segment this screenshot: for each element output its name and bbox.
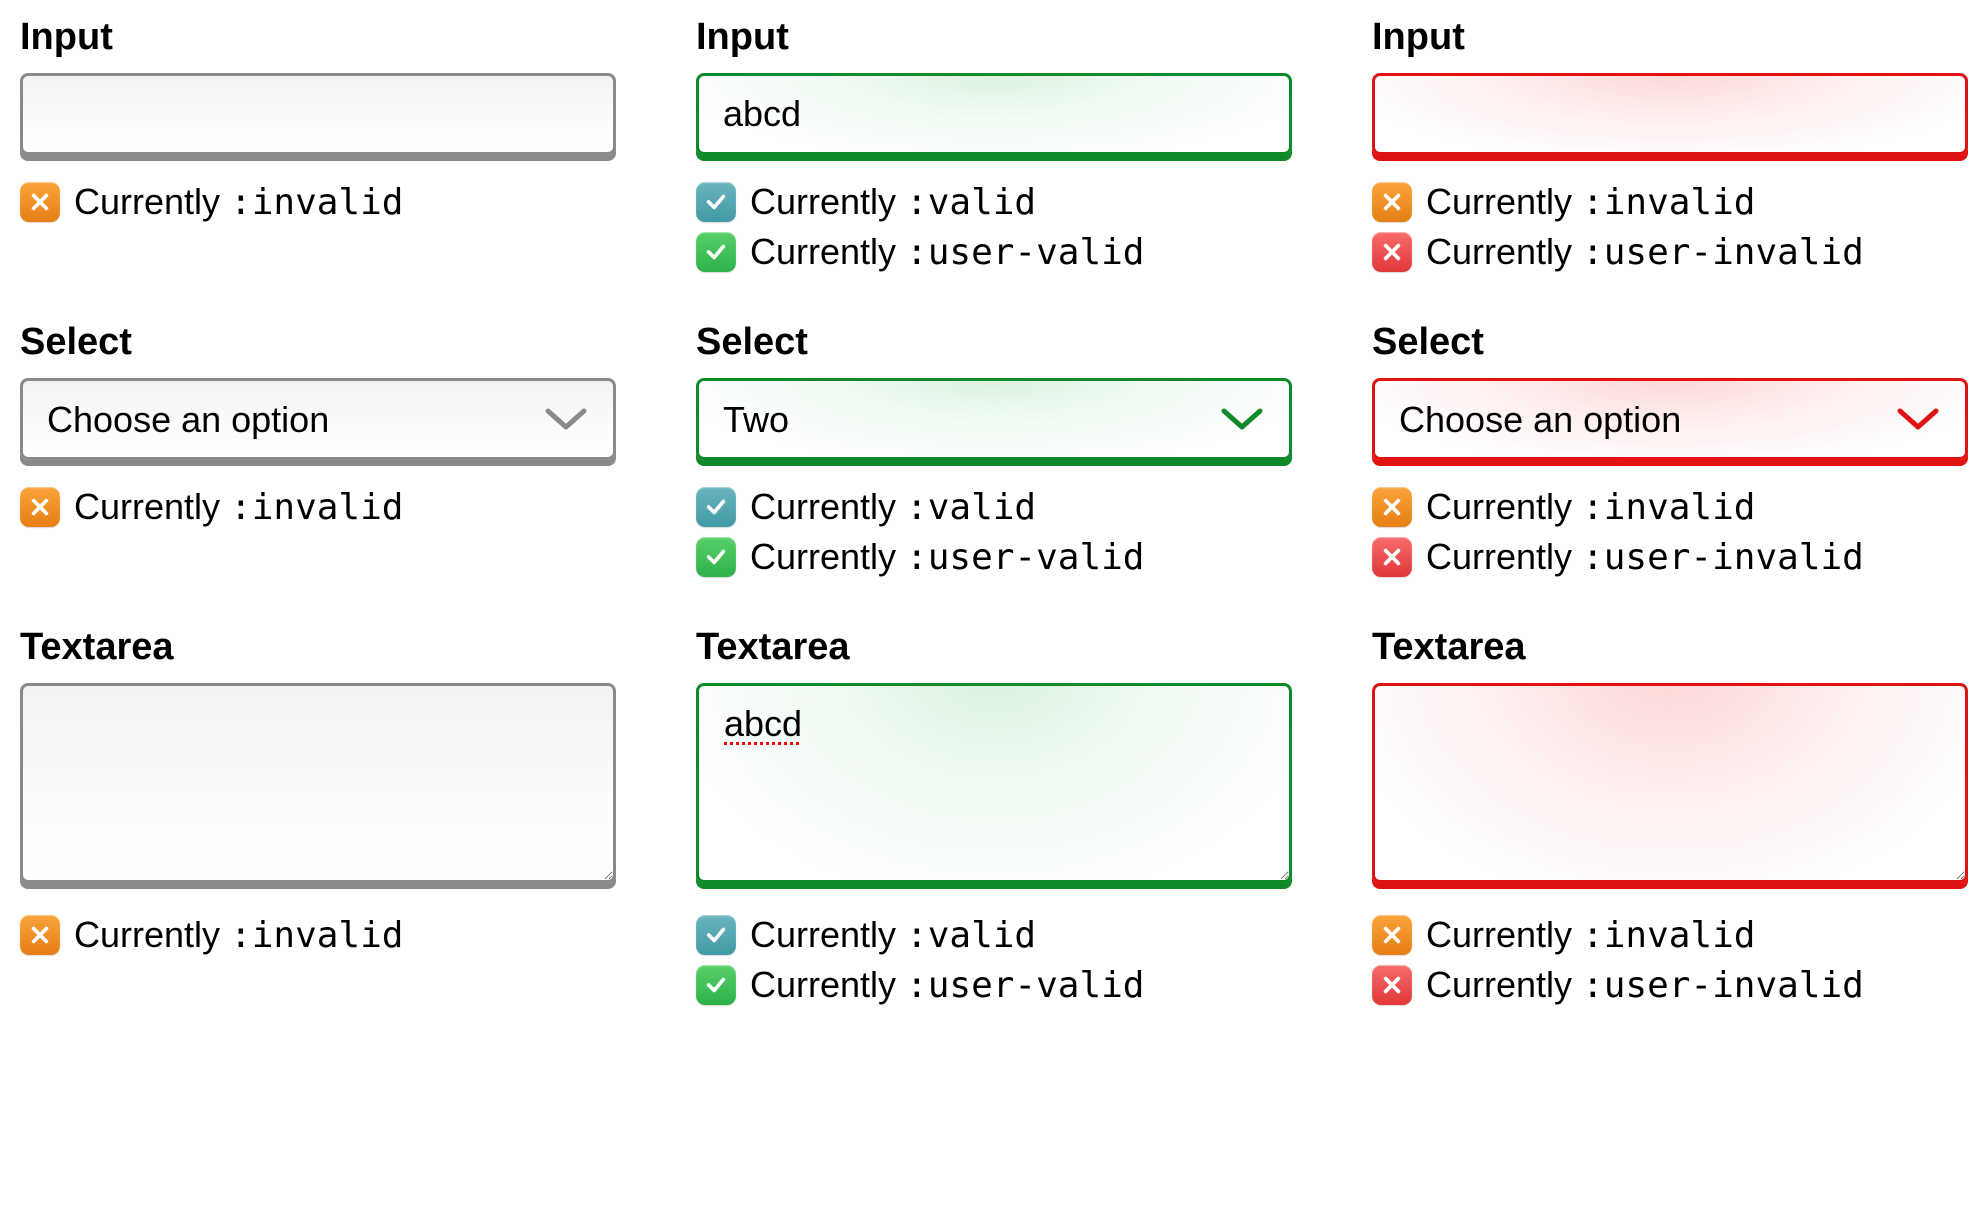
status-line-invalid: Currently :invalid	[20, 486, 616, 528]
status-text: Currently :valid	[750, 181, 1036, 223]
textarea-wrap	[1372, 683, 1968, 888]
status-line-valid: Currently :valid	[696, 914, 1292, 956]
status-text: Currently :user-invalid	[1426, 231, 1864, 273]
cross-icon	[1372, 915, 1412, 955]
status-text: Currently :user-invalid	[1426, 536, 1864, 578]
status-list: Currently :invalid	[20, 181, 616, 223]
label-select: Select	[20, 321, 616, 364]
label-select: Select	[696, 321, 1292, 364]
status-text: Currently :invalid	[74, 181, 403, 223]
status-text: Currently :invalid	[1426, 181, 1755, 223]
status-line-valid: Currently :valid	[696, 181, 1292, 223]
label-select: Select	[1372, 321, 1968, 364]
label-input: Input	[20, 16, 616, 59]
status-list: Currently :invalid Currently :user-inval…	[1372, 914, 1968, 1006]
status-text: Currently :user-invalid	[1426, 964, 1864, 1006]
select-wrap: Choose an option	[1372, 378, 1968, 460]
select-3[interactable]: Choose an option	[1372, 378, 1968, 460]
textarea-wrap	[20, 683, 616, 888]
status-line-user-invalid: Currently :user-invalid	[1372, 231, 1968, 273]
check-icon	[696, 965, 736, 1005]
label-textarea: Textarea	[1372, 626, 1968, 669]
status-line-invalid: Currently :invalid	[20, 181, 616, 223]
cross-icon	[1372, 182, 1412, 222]
status-line-invalid: Currently :invalid	[1372, 486, 1968, 528]
textarea-cell-1: Textarea Currently :invalid	[20, 626, 616, 1006]
status-text: Currently :valid	[750, 486, 1036, 528]
status-list: Currently :invalid	[20, 914, 616, 956]
status-line-user-invalid: Currently :user-invalid	[1372, 964, 1968, 1006]
label-input: Input	[1372, 16, 1968, 59]
cross-icon	[20, 915, 60, 955]
status-line-user-valid: Currently :user-valid	[696, 536, 1292, 578]
select-wrap: Choose an option	[20, 378, 616, 460]
status-line-valid: Currently :valid	[696, 486, 1292, 528]
status-text: Currently :user-valid	[750, 536, 1144, 578]
cross-icon	[20, 182, 60, 222]
status-list: Currently :invalid Currently :user-inval…	[1372, 181, 1968, 273]
status-line-user-valid: Currently :user-valid	[696, 964, 1292, 1006]
status-text: Currently :user-valid	[750, 231, 1144, 273]
select-cell-1: Select Choose an option Currently :inval…	[20, 321, 616, 578]
select-2[interactable]: Two	[696, 378, 1292, 460]
input-cell-2: Input Currently :valid Currently :user-v…	[696, 16, 1292, 273]
demo-grid: Input Currently :invalid Input Currently…	[20, 16, 1968, 1006]
status-text: Currently :valid	[750, 914, 1036, 956]
check-icon	[696, 537, 736, 577]
status-line-user-invalid: Currently :user-invalid	[1372, 536, 1968, 578]
status-list: Currently :valid Currently :user-valid	[696, 486, 1292, 578]
check-icon	[696, 915, 736, 955]
select-1[interactable]: Choose an option	[20, 378, 616, 460]
label-input: Input	[696, 16, 1292, 59]
cross-icon	[1372, 537, 1412, 577]
status-text: Currently :user-valid	[750, 964, 1144, 1006]
status-line-invalid: Currently :invalid	[20, 914, 616, 956]
input-cell-3: Input Currently :invalid Currently :user…	[1372, 16, 1968, 273]
status-list: Currently :invalid	[20, 486, 616, 528]
label-textarea: Textarea	[20, 626, 616, 669]
text-input-1[interactable]	[20, 73, 616, 155]
input-cell-1: Input Currently :invalid	[20, 16, 616, 273]
status-line-user-valid: Currently :user-valid	[696, 231, 1292, 273]
textarea-wrap: abcd abcd	[696, 683, 1292, 888]
status-line-invalid: Currently :invalid	[1372, 181, 1968, 223]
textarea-1[interactable]	[20, 683, 616, 883]
text-input-3[interactable]	[1372, 73, 1968, 155]
textarea-2[interactable]: abcd	[696, 683, 1292, 883]
check-icon	[696, 232, 736, 272]
select-wrap: Two	[696, 378, 1292, 460]
cross-icon	[20, 487, 60, 527]
textarea-cell-3: Textarea Currently :invalid Currently :u…	[1372, 626, 1968, 1006]
cross-icon	[1372, 487, 1412, 527]
textarea-3[interactable]	[1372, 683, 1968, 883]
cross-icon	[1372, 965, 1412, 1005]
check-icon	[696, 182, 736, 222]
cross-icon	[1372, 232, 1412, 272]
status-text: Currently :invalid	[1426, 486, 1755, 528]
select-cell-3: Select Choose an option Currently :inval…	[1372, 321, 1968, 578]
status-list: Currently :valid Currently :user-valid	[696, 181, 1292, 273]
select-cell-2: Select Two Currently :valid Currently :u…	[696, 321, 1292, 578]
textarea-cell-2: Textarea abcd abcd Currently :valid Curr…	[696, 626, 1292, 1006]
check-icon	[696, 487, 736, 527]
status-text: Currently :invalid	[74, 486, 403, 528]
status-list: Currently :invalid Currently :user-inval…	[1372, 486, 1968, 578]
status-line-invalid: Currently :invalid	[1372, 914, 1968, 956]
label-textarea: Textarea	[696, 626, 1292, 669]
text-input-2[interactable]	[696, 73, 1292, 155]
status-list: Currently :valid Currently :user-valid	[696, 914, 1292, 1006]
status-text: Currently :invalid	[1426, 914, 1755, 956]
status-text: Currently :invalid	[74, 914, 403, 956]
